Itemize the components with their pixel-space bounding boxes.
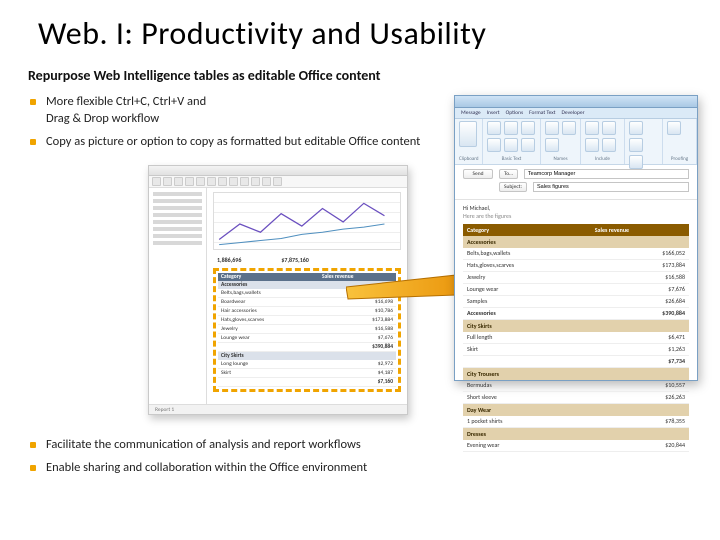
paste-icon[interactable]: [459, 121, 477, 147]
subject-field[interactable]: [533, 182, 689, 192]
ribbon: Clipboard Basic Text Names Include Optio…: [455, 119, 697, 165]
highlighted-table: CategorySales revenue Accessories Belts,…: [213, 268, 401, 392]
compose-fields: Send To… Subject:: [455, 165, 697, 200]
kpi-value: $7,875,160: [281, 256, 308, 264]
bullet-list-bottom: Facilitate the communication of analysis…: [30, 437, 692, 477]
section-header: Accessories: [463, 236, 689, 248]
send-button[interactable]: Send: [463, 169, 493, 179]
slide: Web. I: Productivity and Usability Repur…: [0, 0, 720, 540]
slide-heading: Repurpose Web Intelligence tables as edi…: [28, 67, 692, 84]
office-app-screenshot: Message Insert Options Format Text Devel…: [454, 95, 698, 381]
line-chart: [213, 192, 401, 250]
note-text: Here are the figures: [463, 212, 689, 220]
to-field[interactable]: [524, 169, 689, 179]
bullet-text: Drag & Drop workflow: [46, 111, 159, 126]
subtotal: $7,160: [319, 377, 396, 386]
ribbon-tab[interactable]: Options: [506, 110, 524, 116]
col-header: Sales revenue: [319, 273, 396, 281]
greeting-text: Hi Michael,: [463, 204, 689, 212]
window-titlebar: [455, 96, 697, 108]
ribbon-tab[interactable]: Message: [461, 110, 481, 116]
ribbon-tab[interactable]: Format Text: [529, 110, 555, 116]
kpi-value: 1,886,696: [217, 256, 241, 264]
slide-title: Web. I: Productivity and Usability: [38, 14, 692, 53]
toolbar: [149, 176, 407, 188]
kpi-row: 1,886,696 $7,875,160: [217, 256, 401, 264]
message-body[interactable]: Hi Michael, Here are the figures: [455, 200, 697, 222]
bullet: Enable sharing and collaboration within …: [30, 460, 692, 477]
to-button[interactable]: To…: [499, 169, 518, 179]
ribbon-tabs: Message Insert Options Format Text Devel…: [455, 108, 697, 119]
ribbon-tab[interactable]: Insert: [487, 110, 500, 116]
ribbon-tab[interactable]: Developer: [562, 110, 585, 116]
pasted-table: CategorySales revenue Accessories Belts,…: [463, 224, 689, 452]
section-header: Accessories: [218, 281, 396, 289]
side-panel: [149, 188, 207, 404]
bullet: Facilitate the communication of analysis…: [30, 437, 692, 454]
section-header: City Skirts: [463, 319, 689, 332]
section-header: City Trousers: [463, 367, 689, 380]
webi-app-screenshot: 1,886,696 $7,875,160 CategorySales reven…: [148, 165, 408, 415]
col-header: Category: [463, 224, 591, 236]
screenshot-row: 1,886,696 $7,875,160 CategorySales reven…: [28, 157, 692, 437]
col-header: Category: [218, 273, 319, 281]
section-header: Day Wear: [463, 403, 689, 416]
subject-label: Subject:: [499, 182, 527, 192]
col-header: Sales revenue: [591, 224, 689, 236]
section-header: City Skirts: [218, 351, 396, 360]
subtotal: $390,884: [319, 342, 396, 351]
status-bar: Report 1: [149, 404, 407, 414]
window-titlebar: [149, 166, 407, 176]
bullet-text: More flexible Ctrl+C, Ctrl+V and: [46, 94, 206, 109]
